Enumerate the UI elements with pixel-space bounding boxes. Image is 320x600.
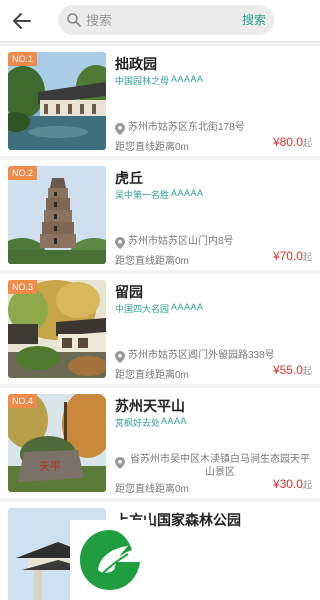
attraction-name: 留园 bbox=[115, 284, 143, 300]
attraction-name: 苏州天平山 bbox=[115, 398, 185, 414]
attraction-photo: 天平 NO.4 bbox=[8, 394, 106, 492]
price-unit: 起 bbox=[302, 480, 312, 490]
attraction-tagline: 赏枫好去处 bbox=[115, 418, 161, 428]
attraction-address: 苏州市姑苏区东北街178号 bbox=[128, 122, 245, 133]
attraction-card[interactable]: NO.3 留园 中国四大名园 AAAAA 苏州市姑苏区阊门外留园路338号 距您… bbox=[0, 274, 320, 384]
attraction-price: ¥55.0起 bbox=[273, 363, 312, 377]
attraction-distance: 距您直线距离0m bbox=[115, 370, 189, 381]
attraction-distance: 距您直线距离0m bbox=[115, 142, 189, 153]
attraction-name: 拙政园 bbox=[115, 56, 157, 72]
attraction-grade: AAAAA bbox=[171, 74, 204, 84]
price-value: ¥55.0 bbox=[272, 363, 303, 377]
attraction-grade: AAAAA bbox=[171, 188, 204, 198]
top-bar: 搜索 bbox=[0, 0, 320, 42]
price-unit: 起 bbox=[302, 252, 312, 262]
search-box[interactable]: 搜索 bbox=[58, 5, 274, 35]
rank-badge: NO.4 bbox=[8, 394, 38, 408]
attraction-photo: NO.3 bbox=[8, 280, 106, 378]
rank-badge: NO.1 bbox=[8, 52, 38, 66]
location-pin-icon bbox=[115, 456, 125, 469]
price-value: ¥70.0 bbox=[272, 249, 303, 263]
price-value: ¥80.0 bbox=[272, 135, 303, 149]
price-unit: 起 bbox=[302, 366, 312, 376]
attraction-tagline: 中国四大名园 bbox=[115, 304, 170, 314]
attraction-photo: NO.2 bbox=[8, 166, 106, 264]
location-pin-icon bbox=[115, 236, 125, 249]
attraction-card[interactable]: 上方山国家森林公园 bbox=[0, 502, 320, 600]
attraction-tagline: 中国园林之母 bbox=[115, 76, 170, 86]
search-input[interactable] bbox=[86, 9, 226, 31]
back-arrow-icon[interactable] bbox=[10, 9, 34, 33]
attraction-card[interactable]: NO.2 虎丘 吴中第一名胜 AAAAA 苏州市姑苏区山门内8号 距您直线距离0… bbox=[0, 160, 320, 270]
location-pin-icon bbox=[115, 122, 125, 135]
attraction-price: ¥30.0起 bbox=[273, 477, 312, 491]
search-button[interactable]: 搜索 bbox=[242, 11, 266, 28]
svg-text:天平: 天平 bbox=[39, 461, 61, 473]
attraction-distance: 距您直线距离0m bbox=[115, 256, 189, 267]
attraction-photo: NO.1 bbox=[8, 52, 106, 150]
attraction-address: 苏州市姑苏区阊门外留园路338号 bbox=[128, 350, 275, 361]
attraction-card[interactable]: 天平 NO.4 苏州天平山 赏枫好去处 AAAA 省苏州市吴中区木渎镇白马涧生态… bbox=[0, 388, 320, 498]
leaf-logo-icon bbox=[70, 530, 150, 600]
rank-badge: NO.2 bbox=[8, 166, 38, 180]
price-unit: 起 bbox=[302, 138, 312, 148]
attraction-price: ¥70.0起 bbox=[273, 249, 312, 263]
search-icon bbox=[66, 12, 82, 28]
price-value: ¥30.0 bbox=[272, 477, 303, 491]
attraction-grade: AAAAA bbox=[171, 302, 204, 312]
attraction-card[interactable]: NO.1 拙政园 中国园林之母 AAAAA 苏州市姑苏区东北街178号 距您直线… bbox=[0, 46, 320, 156]
attraction-address: 省苏州市吴中区木渎镇白马涧生态园天平山景区 bbox=[130, 454, 310, 478]
attraction-price: ¥80.0起 bbox=[273, 135, 312, 149]
attraction-address: 苏州市姑苏区山门内8号 bbox=[128, 236, 234, 247]
rank-badge: NO.3 bbox=[8, 280, 38, 294]
app-logo bbox=[70, 520, 150, 600]
location-pin-icon bbox=[115, 350, 125, 363]
attraction-tagline: 吴中第一名胜 bbox=[115, 190, 170, 200]
attraction-grade: AAAA bbox=[161, 416, 188, 426]
attraction-distance: 距您直线距离0m bbox=[115, 484, 189, 495]
attraction-name: 虎丘 bbox=[115, 170, 143, 186]
